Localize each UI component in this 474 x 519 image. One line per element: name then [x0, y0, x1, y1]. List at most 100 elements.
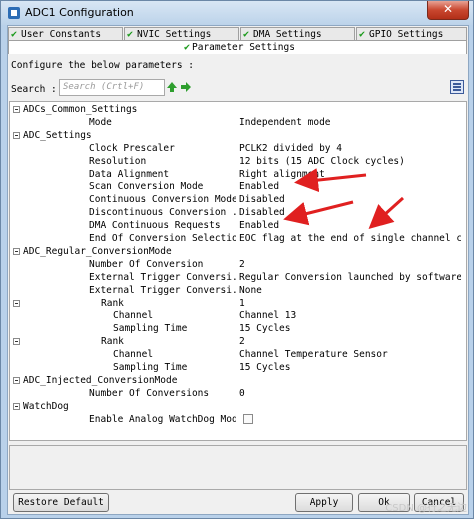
collapse-toggle-icon[interactable] [13, 131, 20, 139]
parameter-value[interactable]: 12 bits (15 ADC Clock cycles) [239, 155, 461, 168]
parameter-name: Channel [113, 349, 154, 361]
parameter-value[interactable]: 15 Cycles [239, 322, 461, 335]
parameter-name: Rank [101, 336, 124, 348]
parameter-value[interactable]: Independent mode [239, 116, 461, 129]
tree-item-row[interactable]: Sampling Time 15 Cycles [10, 361, 466, 374]
tree-group-row[interactable]: ADC_Regular_ConversionMode [10, 245, 466, 258]
check-icon: ✔ [184, 42, 191, 53]
tree-item-row[interactable]: Number Of Conversion 2 [10, 258, 466, 271]
parameter-name: Rank [101, 297, 124, 309]
parameter-name: Number Of Conversions [89, 387, 210, 399]
tree-item-row[interactable]: Sampling Time 15 Cycles [10, 322, 466, 335]
parameter-name: Number Of Conversion [89, 258, 204, 270]
parameter-settings-panel: Configure the below parameters : Search … [9, 56, 467, 512]
tree-item-row[interactable]: DMA Continuous Requests Enabled [10, 219, 466, 232]
parameter-value[interactable]: 1 [239, 297, 461, 310]
search-input[interactable]: Search (Crtl+F) [59, 79, 165, 96]
tree-item-row[interactable]: Channel Channel 13 [10, 309, 466, 322]
parameter-value[interactable]: Enabled [239, 219, 461, 232]
parameter-name: Channel [113, 310, 154, 322]
tree-group-row[interactable]: ADC_Injected_ConversionMode [10, 374, 466, 387]
tab-parameter-settings[interactable]: ✔ Parameter Settings [8, 40, 467, 54]
parameter-name: ADC_Regular_ConversionMode [23, 245, 172, 257]
search-next-icon[interactable] [181, 82, 191, 92]
enable-watchdog-checkbox[interactable] [243, 413, 253, 424]
collapse-toggle-icon[interactable] [13, 376, 20, 384]
parameter-name: Mode [89, 116, 112, 128]
tree-item-row[interactable]: End Of Conversion Selection EOC flag at t… [10, 232, 466, 245]
tab-nvic-settings[interactable]: ✔ NVIC Settings [124, 27, 239, 41]
tree-item-row[interactable]: Resolution 12 bits (15 ADC Clock cycles) [10, 155, 466, 168]
parameter-name: Continuous Conversion Mode [89, 194, 236, 206]
title-bar[interactable]: ADC1 Configuration ✕ [1, 1, 473, 25]
tab-label: User Constants [21, 29, 102, 40]
tree-item-row[interactable]: Mode Independent mode [10, 116, 466, 129]
parameter-value[interactable]: Disabled [239, 193, 461, 206]
tree-item-row[interactable]: Clock Prescaler PCLK2 divided by 4 [10, 142, 466, 155]
view-toggle-button[interactable] [450, 80, 464, 94]
tree-item-row[interactable]: External Trigger Conversi... Regular Conv… [10, 271, 466, 284]
parameter-value[interactable]: 2 [239, 335, 461, 348]
parameter-name: External Trigger Conversi... [89, 284, 236, 296]
app-icon [8, 7, 20, 19]
restore-default-button[interactable]: Restore Default [13, 493, 109, 512]
tab-user-constants[interactable]: ✔ User Constants [8, 27, 123, 41]
tree-item-row[interactable]: External Trigger Conversi... None [10, 284, 466, 297]
tab-label: DMA Settings [253, 29, 322, 40]
configure-label: Configure the below parameters : [11, 60, 195, 71]
parameter-value[interactable]: 15 Cycles [239, 361, 461, 374]
tree-item-row[interactable]: Scan Conversion Mode Enabled [10, 180, 466, 193]
description-box [9, 445, 467, 490]
tree-item-row[interactable]: Channel Channel Temperature Sensor [10, 348, 466, 361]
tree-item-row[interactable]: Continuous Conversion Mode Disabled [10, 193, 466, 206]
parameter-value[interactable]: PCLK2 divided by 4 [239, 142, 461, 155]
adc1-configuration-window: ADC1 Configuration ✕ ✔ User Constants ✔ NV… [0, 0, 474, 519]
parameter-value[interactable]: Disabled [239, 206, 461, 219]
tree-item-row[interactable]: Number Of Conversions 0 [10, 387, 466, 400]
apply-button[interactable]: Apply [295, 493, 353, 512]
parameter-value[interactable]: Channel 13 [239, 309, 461, 322]
collapse-toggle-icon[interactable] [13, 247, 20, 255]
collapse-toggle-icon[interactable] [13, 106, 20, 113]
tree-group-row[interactable]: ADC_Settings [10, 129, 466, 142]
parameter-value[interactable]: 2 [239, 258, 461, 271]
tree-item-row[interactable]: Discontinuous Conversion ... Disabled [10, 206, 466, 219]
parameter-name: DMA Continuous Requests [89, 220, 221, 232]
parameter-name: Discontinuous Conversion ... [89, 207, 236, 219]
tab-label: GPIO Settings [369, 29, 444, 40]
collapse-toggle-icon[interactable] [13, 299, 20, 307]
parameter-value[interactable]: 0 [239, 387, 461, 400]
tree-group-row[interactable]: ADCs_Common_Settings [10, 103, 466, 116]
parameter-name: ADCs_Common_Settings [23, 104, 138, 115]
collapse-toggle-icon[interactable] [13, 338, 20, 346]
parameter-name: Enable Analog WatchDog Mode [89, 413, 236, 425]
collapse-toggle-icon[interactable] [13, 402, 20, 410]
tree-group-row[interactable]: Rank 2 [10, 335, 466, 348]
parameter-value[interactable]: None [239, 284, 461, 297]
search-label: Search : [11, 84, 57, 95]
parameter-name: End Of Conversion Selection [89, 233, 236, 244]
parameter-value[interactable]: Regular Conversion launched by software [239, 271, 461, 284]
close-button[interactable]: ✕ [427, 1, 469, 20]
tree-group-row[interactable]: WatchDog [10, 400, 466, 413]
parameter-name: Sampling Time [113, 323, 188, 335]
parameter-name: Sampling Time [113, 362, 188, 373]
tab-gpio-settings[interactable]: ✔ GPIO Settings [356, 27, 467, 41]
search-previous-icon[interactable] [167, 82, 177, 92]
parameter-name: Data Alignment [89, 168, 170, 180]
parameter-name: Clock Prescaler [89, 142, 175, 154]
parameter-value[interactable]: Channel Temperature Sensor [239, 348, 461, 361]
parameter-name: ADC_Settings [23, 129, 92, 141]
tab-dma-settings[interactable]: ✔ DMA Settings [240, 27, 355, 41]
tree-group-row[interactable]: Rank 1 [10, 297, 466, 310]
parameter-value[interactable]: EOC flag at the end of single channel co… [239, 232, 461, 245]
tree-item-row[interactable]: Data Alignment Right alignment [10, 168, 466, 181]
parameter-name: External Trigger Conversi... [89, 271, 236, 283]
parameter-value[interactable]: Right alignment [239, 168, 461, 181]
parameter-name: ADC_Injected_ConversionMode [23, 374, 178, 386]
tab-row-active: ✔ Parameter Settings [8, 40, 468, 54]
parameter-name: Resolution [89, 155, 147, 167]
tree-item-row[interactable]: Enable Analog WatchDog Mode [10, 413, 466, 426]
watermark: CSDN @行之无边 [385, 503, 467, 514]
parameter-value[interactable]: Enabled [239, 180, 461, 193]
